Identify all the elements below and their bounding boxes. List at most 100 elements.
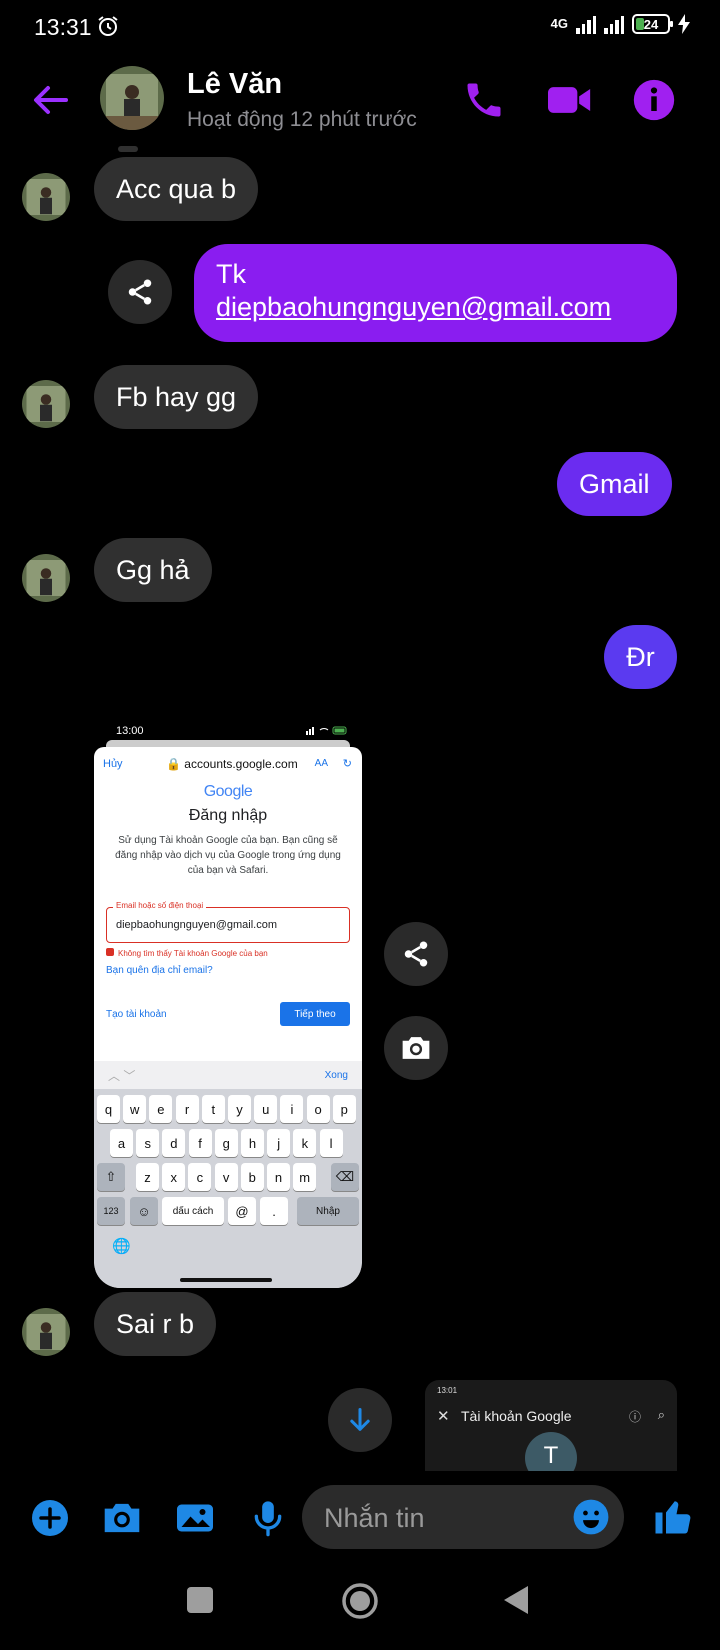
screenshot-forgot-email: Bạn quên địa chỉ email? (106, 965, 213, 976)
keyboard-key: m (293, 1163, 317, 1191)
sender-avatar[interactable] (22, 554, 70, 602)
reload-icon: ↻ (342, 758, 352, 770)
signal-icon (576, 14, 596, 34)
battery-level: 24 (643, 16, 659, 32)
status-time: 13:31 (34, 14, 92, 40)
plus-icon[interactable] (30, 1498, 70, 1538)
microphone-icon[interactable] (248, 1498, 288, 1538)
keyboard-key: z (136, 1163, 159, 1191)
keyboard-key: s (136, 1129, 160, 1157)
keyboard-key: a (110, 1129, 133, 1157)
signal-icon-2 (604, 14, 624, 34)
keyboard-key: w (123, 1095, 147, 1123)
message-composer: Nhắn tin (0, 1482, 720, 1554)
screenshot-home-indicator (180, 1278, 272, 1282)
like-icon[interactable] (652, 1494, 694, 1538)
home-icon[interactable] (341, 1582, 379, 1620)
screenshot-cancel: Hủy (103, 758, 123, 770)
charging-icon (678, 14, 690, 34)
image-message[interactable]: 13:00 Hủy 🔒 accounts.google.com AA ↻ Goo… (94, 716, 362, 1288)
keyboard-key: b (240, 1163, 264, 1191)
screenshot-email-value: diepbaohungnguyen@gmail.com (116, 919, 277, 931)
info-icon[interactable] (632, 78, 676, 122)
keyboard-key: q (97, 1095, 120, 1123)
contact-name[interactable]: Lê Văn (187, 68, 282, 101)
share-icon (404, 941, 428, 967)
camera-icon[interactable] (100, 1498, 144, 1538)
share-button[interactable] (108, 260, 172, 324)
screenshot-done: Xong (324, 1070, 348, 1081)
message-input[interactable]: Nhắn tin (302, 1485, 624, 1549)
save-photo-button[interactable] (384, 1016, 448, 1080)
message-bubble-outgoing[interactable]: Gmail (557, 452, 672, 516)
screenshot-sheet: Hủy 🔒 accounts.google.com AA ↻ Google Đă… (94, 747, 362, 1288)
message-bubble-incoming[interactable]: Acc qua b (94, 157, 259, 221)
keyboard-key: h (241, 1129, 264, 1157)
sender-avatar[interactable] (22, 380, 70, 428)
scroll-to-bottom-button[interactable] (328, 1388, 392, 1452)
message-bubble-incoming[interactable]: Sai r b (94, 1292, 217, 1356)
message-input-placeholder: Nhắn tin (324, 1503, 425, 1533)
message-bubble-incoming[interactable]: Gg hả (94, 538, 212, 602)
keyboard-key: u (254, 1095, 278, 1123)
keyboard-row: ⇧ ⌫ zxcvbnm (94, 1163, 362, 1191)
keyboard-key: v (214, 1163, 238, 1191)
contact-avatar[interactable] (100, 66, 164, 130)
keyboard-key: e (149, 1095, 173, 1123)
screenshot-error-text: Không tìm thấy Tài khoản Google của bạn (118, 949, 268, 958)
search-icon: ⌕ (657, 1407, 665, 1422)
keyboard-key: r (175, 1095, 199, 1123)
camera-icon (402, 1037, 430, 1059)
message-bubble-outgoing[interactable]: Đr (604, 625, 677, 689)
keyboard-key: t (201, 1095, 225, 1123)
sender-avatar[interactable] (22, 1308, 70, 1356)
message-bubble-outgoing[interactable]: Tk diepbaohungnguyen@gmail.com (194, 244, 677, 342)
screenshot-status-icons (306, 726, 347, 735)
keyboard-row: 123 ☺ dấu cách @ . Nhập (94, 1197, 362, 1225)
back-icon[interactable] (502, 1584, 530, 1616)
keyboard-key: j (267, 1129, 291, 1157)
keyboard-key: y (228, 1095, 251, 1123)
sender-avatar[interactable] (22, 173, 70, 221)
scroll-remnant (118, 146, 138, 152)
message-bubble-incoming[interactable]: Fb hay gg (94, 365, 259, 429)
screenshot-create-account: Tạo tài khoản (106, 1009, 167, 1020)
screenshot-description: Sử dụng Tài khoản Google của bạn. Bạn cũ… (115, 835, 341, 876)
back-arrow-icon[interactable] (30, 80, 70, 120)
gallery-icon[interactable] (174, 1498, 216, 1538)
keyboard-row: asdfghjkl (94, 1129, 362, 1157)
battery-icon: 24 (632, 14, 673, 34)
recents-icon[interactable] (186, 1586, 214, 1614)
screenshot-email-field: Email hoặc số điện thoại diepbaohungnguy… (106, 901, 350, 943)
chat-header: Lê Văn Hoạt động 12 phút trước (0, 60, 720, 140)
image-message-preview[interactable]: 13:01 ✕ Tài khoản Google ⓘ ⌕ T (425, 1380, 677, 1471)
share-button[interactable] (384, 922, 448, 986)
video-call-icon[interactable] (546, 78, 594, 122)
emoji-icon[interactable] (572, 1498, 610, 1536)
keyboard-key: n (267, 1163, 290, 1191)
nav-arrows-icon: ︿ ﹀ (108, 1069, 136, 1083)
keyboard-key: g (214, 1129, 238, 1157)
share-icon (128, 279, 152, 305)
keyboard-key: x (162, 1163, 186, 1191)
message-line: Tk (216, 259, 246, 289)
keyboard-row: qwertyuiop (94, 1095, 362, 1123)
google-logo: Google (94, 783, 362, 801)
status-bar: 13:31 4G 24 (0, 0, 720, 56)
screenshot-error: Không tìm thấy Tài khoản Google của bạn (106, 948, 268, 958)
help-icon: ⓘ (628, 1410, 641, 1424)
keyboard-key: p (332, 1095, 356, 1123)
close-icon: ✕ (437, 1408, 450, 1425)
globe-icon: 🌐 (112, 1238, 131, 1255)
screenshot-signin-title: Đăng nhập (188, 807, 268, 824)
screenshot-url: 🔒 accounts.google.com (166, 757, 298, 771)
shift-key: ⇧ (97, 1163, 125, 1191)
navigation-bar (0, 1570, 720, 1640)
alarm-icon (98, 16, 118, 36)
contact-status: Hoạt động 12 phút trước (187, 108, 417, 131)
keyboard-key: k (293, 1129, 317, 1157)
email-link[interactable]: diepbaohungnguyen@gmail.com (216, 292, 611, 322)
keyboard-key: f (188, 1129, 212, 1157)
phone-call-icon[interactable] (462, 78, 506, 122)
numbers-key: 123 (97, 1197, 125, 1225)
